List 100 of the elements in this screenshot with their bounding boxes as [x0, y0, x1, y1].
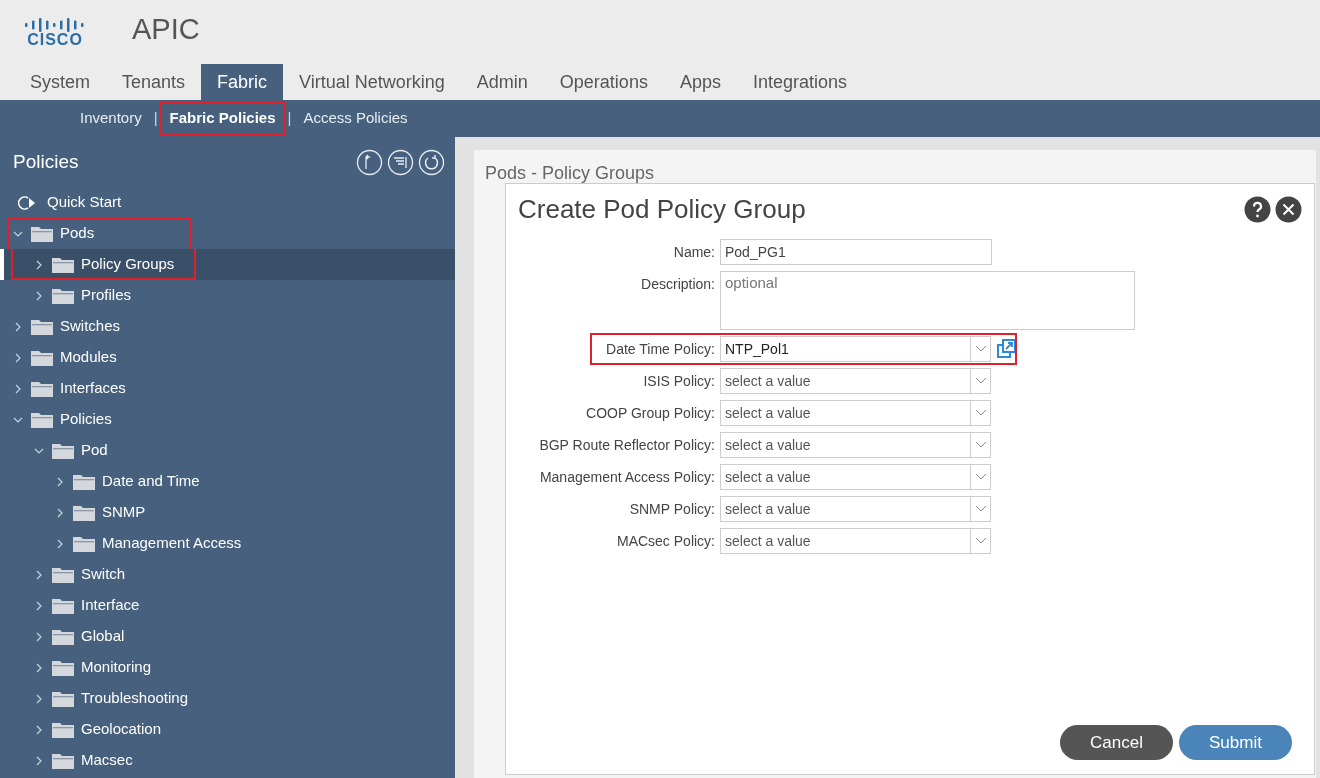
tree-label: Troubleshooting [81, 688, 188, 709]
nav-tab[interactable]: Admin [460, 64, 544, 100]
tree-item[interactable]: SNMP [0, 497, 455, 528]
folder-icon [52, 659, 74, 676]
tree-item[interactable]: Switches [0, 311, 455, 342]
nav-tab[interactable]: Tenants [106, 64, 202, 100]
select-field[interactable]: select a value [720, 368, 991, 394]
folder-icon [52, 566, 74, 583]
folder-icon [31, 349, 53, 366]
select-field[interactable]: select a value [720, 496, 991, 522]
sub-tab[interactable]: Access Policies [295, 103, 416, 134]
description-field[interactable]: optional [720, 271, 1135, 330]
chevron-down-icon [974, 537, 987, 545]
tree-label: Quick Start [47, 192, 122, 213]
folder-icon [52, 752, 74, 769]
chevron-down-icon [974, 473, 987, 481]
field-label: SNMP Policy: [628, 500, 716, 519]
tree-label: Policy Groups [81, 254, 175, 275]
collapse-icon[interactable] [356, 148, 383, 176]
tree-item[interactable]: Date and Time [0, 466, 455, 497]
tree-item[interactable]: Switch [0, 559, 455, 590]
folder-icon [31, 380, 53, 397]
tree-item[interactable]: Profiles [0, 280, 455, 311]
cancel-button[interactable]: Cancel [1060, 725, 1173, 760]
open-window-icon[interactable] [997, 339, 1017, 359]
field-label: Management Access Policy: [538, 468, 716, 487]
tree-label: Switches [60, 316, 121, 337]
select-field[interactable]: select a value [720, 528, 991, 554]
dialog-title: Create Pod Policy Group [518, 193, 806, 226]
folder-icon [52, 287, 74, 304]
chevron-down-icon [974, 345, 987, 353]
tree-label: SNMP [102, 502, 146, 523]
logo-bars-icon [24, 16, 86, 32]
page-title: Pods - Policy Groups [485, 163, 655, 183]
tree-label: Pod [81, 440, 108, 461]
nav-tab[interactable]: Apps [663, 64, 737, 100]
help-icon[interactable] [1244, 196, 1271, 223]
tree-label: Policies [60, 409, 112, 430]
select-field[interactable]: select a value [720, 400, 991, 426]
field-label: MACsec Policy: [615, 532, 716, 551]
select-placeholder: select a value [724, 371, 812, 391]
select-field[interactable]: select a value [720, 432, 991, 458]
folder-icon [52, 442, 74, 459]
separator: | [287, 108, 292, 129]
select-placeholder: select a value [724, 403, 812, 423]
nav-tab[interactable]: Operations [543, 64, 664, 100]
tree-item[interactable]: Modules [0, 342, 455, 373]
sub-tab[interactable]: Inventory [72, 103, 150, 134]
tree-item[interactable]: Interface [0, 590, 455, 621]
tree-item[interactable]: Policies [0, 404, 455, 435]
field-label: ISIS Policy: [642, 372, 716, 391]
field-label: Name: [672, 243, 716, 262]
tree-item[interactable]: Quick Start [0, 187, 455, 218]
refresh-icon[interactable] [418, 148, 445, 176]
select-value: NTP_Pol1 [724, 339, 790, 359]
field-label: BGP Route Reflector Policy: [538, 436, 716, 455]
folder-icon [52, 597, 74, 614]
chevron-down-icon [974, 441, 987, 449]
app-title: APIC [132, 12, 200, 48]
chevron-down-icon [974, 505, 987, 513]
select-placeholder: select a value [724, 435, 812, 455]
folder-icon [73, 504, 95, 521]
tree-label: Profiles [81, 285, 132, 306]
select-field[interactable]: NTP_Pol1 [720, 336, 991, 362]
tree-item[interactable]: Monitoring [0, 652, 455, 683]
tree-item[interactable]: Management Access [0, 528, 455, 559]
tree-item[interactable]: Global [0, 621, 455, 652]
tree-item[interactable]: Interfaces [0, 373, 455, 404]
chevron-down-icon [974, 409, 987, 417]
nav-tab[interactable]: System [14, 64, 106, 100]
nav-tab[interactable]: Virtual Networking [283, 64, 461, 100]
sub-tab[interactable]: Fabric Policies [161, 103, 284, 134]
tree-item[interactable]: Macsec [0, 745, 455, 776]
tree-label: Monitoring [81, 657, 152, 678]
select-field[interactable]: select a value [720, 464, 991, 490]
tree-item[interactable]: Policy Groups [0, 249, 455, 280]
tree-label: Global [81, 626, 125, 647]
folder-icon [31, 411, 53, 428]
tree-item[interactable]: Troubleshooting [0, 683, 455, 714]
filter-icon[interactable] [387, 148, 414, 176]
close-icon[interactable] [1275, 196, 1302, 223]
folder-icon [73, 473, 95, 490]
folder-icon [31, 225, 53, 242]
submit-button[interactable]: Submit [1179, 725, 1292, 760]
select-placeholder: select a value [724, 499, 812, 519]
tree-label: Switch [81, 564, 126, 585]
nav-tab[interactable]: Fabric [201, 64, 284, 100]
tree-label: Interface [81, 595, 140, 616]
separator: | [153, 108, 158, 129]
chevron-down-icon [974, 377, 987, 385]
tree-label: Modules [60, 347, 117, 368]
folder-icon [52, 256, 74, 273]
nav-tab[interactable]: Integrations [736, 64, 863, 100]
tree-item[interactable]: Geolocation [0, 714, 455, 745]
tree-label: Date and Time [102, 471, 200, 492]
field-label: Date Time Policy: [605, 340, 716, 359]
tree-item[interactable]: Pod [0, 435, 455, 466]
text-field[interactable]: Pod_PG1 [720, 239, 992, 265]
folder-icon [52, 690, 74, 707]
logo-text: CISCO [27, 32, 83, 48]
